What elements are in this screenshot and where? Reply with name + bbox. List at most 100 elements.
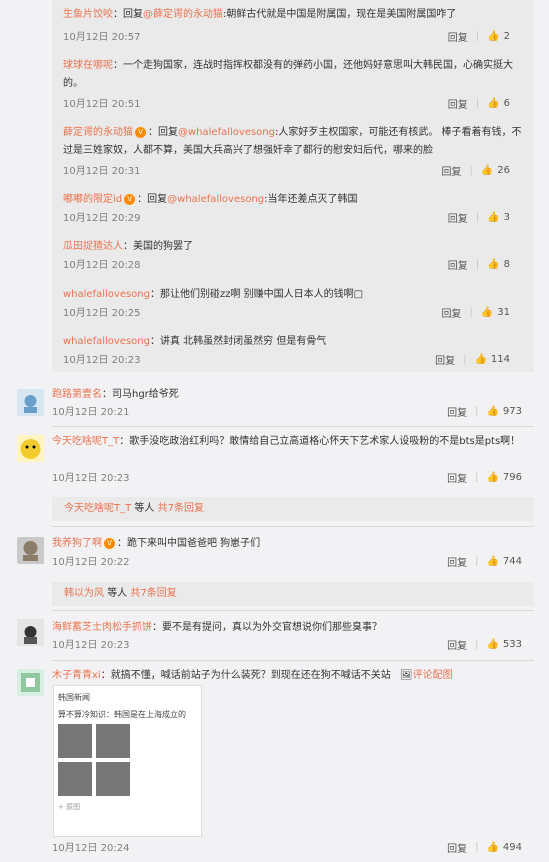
comment-item: 跑路第壹名：司马hgr给爷死 <box>52 389 179 400</box>
comment-item: 我养狗了啊 V ：跪下来叫中国爸爸吧 狗崽子们 <box>52 537 261 549</box>
thumb-image <box>58 724 92 758</box>
reply-item: whalefallovesong：那让他们别碰zz啊 别赚中国人日本人的钱啊□ <box>63 289 364 300</box>
comment-time: 10月12日 20:23 <box>52 473 130 484</box>
reply-button[interactable]: 回复 <box>448 96 468 111</box>
divider <box>52 526 534 527</box>
avatar-image <box>24 395 37 413</box>
comment-item: 今天吃啥呢T_T：歌手没吃政治红利吗？敢情给自己立高道格心怀天下艺术家人设吸粉的… <box>52 436 521 447</box>
divider <box>52 610 534 611</box>
comment-picture-link[interactable]: 评论配图 <box>413 670 453 681</box>
reply-user-link[interactable]: 生鱼片饺咬 <box>63 9 113 20</box>
comment-user-link[interactable]: 我养狗了啊 <box>52 538 102 549</box>
like-button[interactable]: 👍 26 <box>481 165 510 176</box>
thumb-up-icon: 👍 <box>474 354 487 365</box>
reply-button[interactable]: 回复 <box>447 554 467 569</box>
thumb-up-icon: 👍 <box>486 556 499 567</box>
reply-button[interactable]: 回复 <box>448 257 468 272</box>
comment-user-link[interactable]: 木子青青xi <box>52 670 101 681</box>
avatar[interactable] <box>17 619 44 646</box>
reply-user-link[interactable]: 球球在哪呢 <box>63 60 113 71</box>
reply-time: 10月12日 20:57 <box>63 32 141 43</box>
comment-image[interactable]: 韩国新闻 算不算冷知识：韩国是在上海成立的 + 原图 <box>53 685 202 837</box>
comment-user-link[interactable]: 今天吃啥呢T_T <box>52 436 119 447</box>
comment-user-link[interactable]: 跑路第壹名 <box>52 389 102 400</box>
reply-button[interactable]: 回复 <box>448 210 468 225</box>
reply-item: 薛定谔的永动猫 V ：回复@whalefallovesong:人家好歹主权国家，可能… <box>63 126 522 156</box>
avatar-image <box>21 673 40 692</box>
thumb-up-icon: 👍 <box>487 212 500 223</box>
reply-item: 球球在哪呢：一个走狗国家，连战时指挥权都没有的弹药小国，还他妈好意思叫大韩民国，… <box>63 60 513 89</box>
thumb-image <box>58 762 92 796</box>
reply-button[interactable]: 回复 <box>448 29 468 44</box>
verified-icon: V <box>135 126 146 138</box>
reply-time: 10月12日 20:31 <box>63 166 141 177</box>
thumb-title: 算不算冷知识：韩国是在上海成立的 <box>58 710 186 719</box>
thumb-up-icon: 👍 <box>486 842 499 853</box>
mention-link[interactable]: @薛定谔的永动猫 <box>143 9 223 20</box>
mention-link[interactable]: @whalefallovesong <box>178 127 275 138</box>
reply-button[interactable]: 回复 <box>447 404 467 419</box>
reply-actions: 回复 | 👍 2 <box>447 29 510 44</box>
image-icon: 🖼 <box>399 670 413 681</box>
reply-user-link[interactable]: 薛定谔的永动猫 <box>63 127 133 138</box>
comment-user-link[interactable]: 海鲜蓄芝士肉松手抓饼 <box>52 622 152 633</box>
like-button[interactable]: 👍 494 <box>486 842 522 853</box>
thumb-up-icon: 👍 <box>486 472 499 483</box>
thumb-image <box>96 724 130 758</box>
avatar[interactable] <box>17 669 44 696</box>
thumb-image <box>96 762 130 796</box>
reply-user-link[interactable]: whalefallovesong <box>63 336 150 347</box>
avatar-image <box>24 626 37 644</box>
reply-time: 10月12日 20:23 <box>63 355 141 366</box>
like-button[interactable]: 👍 744 <box>486 556 522 567</box>
like-button[interactable]: 👍 114 <box>474 354 510 365</box>
like-button[interactable]: 👍 8 <box>487 259 510 270</box>
like-button[interactable]: 👍 3 <box>487 212 510 223</box>
reply-summary[interactable]: 韩以为风 等人 共7条回复 <box>52 582 534 606</box>
like-button[interactable]: 👍 2 <box>487 31 510 42</box>
comment-item: 木子青青xi：就搞不懂，喊话前站子为什么装死？到现在还在狗不喊话不关站 🖼评论配… <box>52 670 453 681</box>
reply-item: 嘟嘟的限定id V ：回复@whalefallovesong:当年还差点灭了韩国 <box>63 193 358 205</box>
comment-item: 海鲜蓄芝士肉松手抓饼：要不是有提问，真以为外交官想说你们那些臭事？ <box>52 622 382 633</box>
like-button[interactable]: 👍 973 <box>486 406 522 417</box>
comment-time: 10月12日 20:24 <box>52 843 130 854</box>
avatar[interactable] <box>17 435 44 462</box>
reply-user-link[interactable]: 瓜田捉猹达人 <box>63 241 123 252</box>
verified-icon: V <box>104 537 115 549</box>
reply-time: 10月12日 20:28 <box>63 260 141 271</box>
thumb-up-icon: 👍 <box>487 98 500 109</box>
comment-panel: 生鱼片饺咬：回复@薛定谔的永动猫:朝鲜古代就是中国是附属国，现在是美国附属国咋了… <box>0 0 549 862</box>
like-button[interactable]: 👍 796 <box>486 472 522 483</box>
reply-time: 10月12日 20:25 <box>63 308 141 319</box>
mention-link[interactable]: @whalefallovesong <box>167 194 264 205</box>
reply-button[interactable]: 回复 <box>447 840 467 855</box>
reply-button[interactable]: 回复 <box>447 637 467 652</box>
reply-button[interactable]: 回复 <box>435 352 455 367</box>
reply-user-link[interactable]: whalefallovesong <box>63 289 150 300</box>
reply-button[interactable]: 回复 <box>441 163 461 178</box>
avatar[interactable] <box>17 389 44 416</box>
like-button[interactable]: 👍 31 <box>481 307 510 318</box>
like-button[interactable]: 👍 6 <box>487 98 510 109</box>
reply-button[interactable]: 回复 <box>447 470 467 485</box>
reply-time: 10月12日 20:29 <box>63 213 141 224</box>
reply-item: whalefallovesong：讲真 北韩虽然封闭虽然穷 但是有骨气 <box>63 336 327 347</box>
like-button[interactable]: 👍 533 <box>486 639 522 650</box>
thumb-author: 韩国新闻 <box>58 693 90 702</box>
thumb-up-icon: 👍 <box>480 165 494 176</box>
reply-user-link[interactable]: 嘟嘟的限定id <box>63 194 122 205</box>
reply-time: 10月12日 20:51 <box>63 99 141 110</box>
reply-summary[interactable]: 今天吃啥呢T_T 等人 共7条回复 <box>52 497 534 521</box>
avatar-image <box>20 439 41 459</box>
thumb-up-icon: 👍 <box>487 31 500 42</box>
thumb-sub: + 原图 <box>58 803 81 811</box>
avatar[interactable] <box>17 537 44 564</box>
thumb-up-icon: 👍 <box>486 639 499 650</box>
divider <box>52 660 534 661</box>
comment-time: 10月12日 20:23 <box>52 640 130 651</box>
comment-time: 10月12日 20:22 <box>52 557 130 568</box>
verified-icon: V <box>124 193 136 205</box>
reply-button[interactable]: 回复 <box>441 305 461 320</box>
comment-time: 10月12日 20:21 <box>52 407 130 418</box>
thumb-up-icon: 👍 <box>487 259 500 270</box>
